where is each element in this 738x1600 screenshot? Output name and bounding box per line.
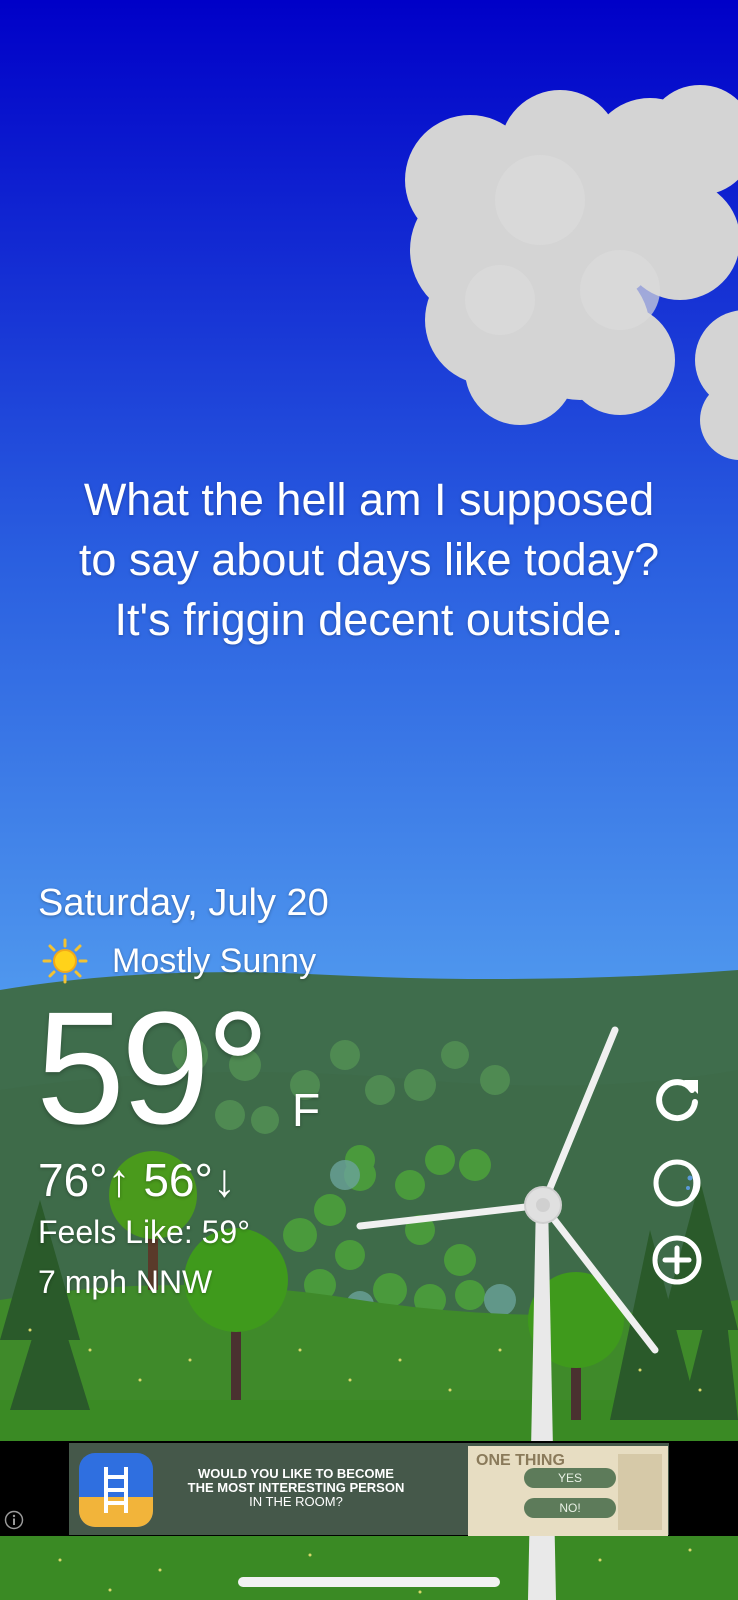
- ad-banner[interactable]: WOULD YOU LIKE TO BECOME THE MOST INTERE…: [69, 1443, 669, 1536]
- ad-no-button[interactable]: NO!: [524, 1498, 616, 1518]
- quote-line-2: to say about days like today?: [78, 534, 660, 585]
- date-label: Saturday, July 20: [38, 882, 329, 924]
- ad-app-icon[interactable]: [79, 1453, 153, 1527]
- feels-like-label: Feels Like: 59°: [38, 1214, 251, 1250]
- current-temperature: 59°: [36, 978, 270, 1157]
- home-indicator[interactable]: [238, 1577, 500, 1587]
- weather-quote: What the hell am I supposed to say about…: [0, 470, 738, 650]
- wind-label: 7 mph NNW: [38, 1264, 213, 1300]
- refresh-icon[interactable]: [650, 1072, 704, 1126]
- quote-line-1: What the hell am I supposed: [83, 474, 655, 525]
- ad-headline[interactable]: WOULD YOU LIKE TO BECOME THE MOST INTERE…: [165, 1467, 427, 1509]
- add-location-icon[interactable]: [650, 1233, 704, 1287]
- ad-info-icon[interactable]: [4, 1510, 24, 1530]
- moon-phase-icon[interactable]: [650, 1156, 704, 1210]
- ad-image[interactable]: ONE THING YES NO!: [468, 1446, 668, 1536]
- temperature-unit[interactable]: F: [292, 1083, 320, 1137]
- condition-label: Mostly Sunny: [112, 942, 317, 980]
- weather-scene-background: [0, 0, 738, 1600]
- ad-yes-button[interactable]: YES: [524, 1468, 616, 1488]
- high-low-temperature: 76°↑ 56°↓: [38, 1154, 236, 1206]
- quote-line-3: It's friggin decent outside.: [114, 594, 624, 645]
